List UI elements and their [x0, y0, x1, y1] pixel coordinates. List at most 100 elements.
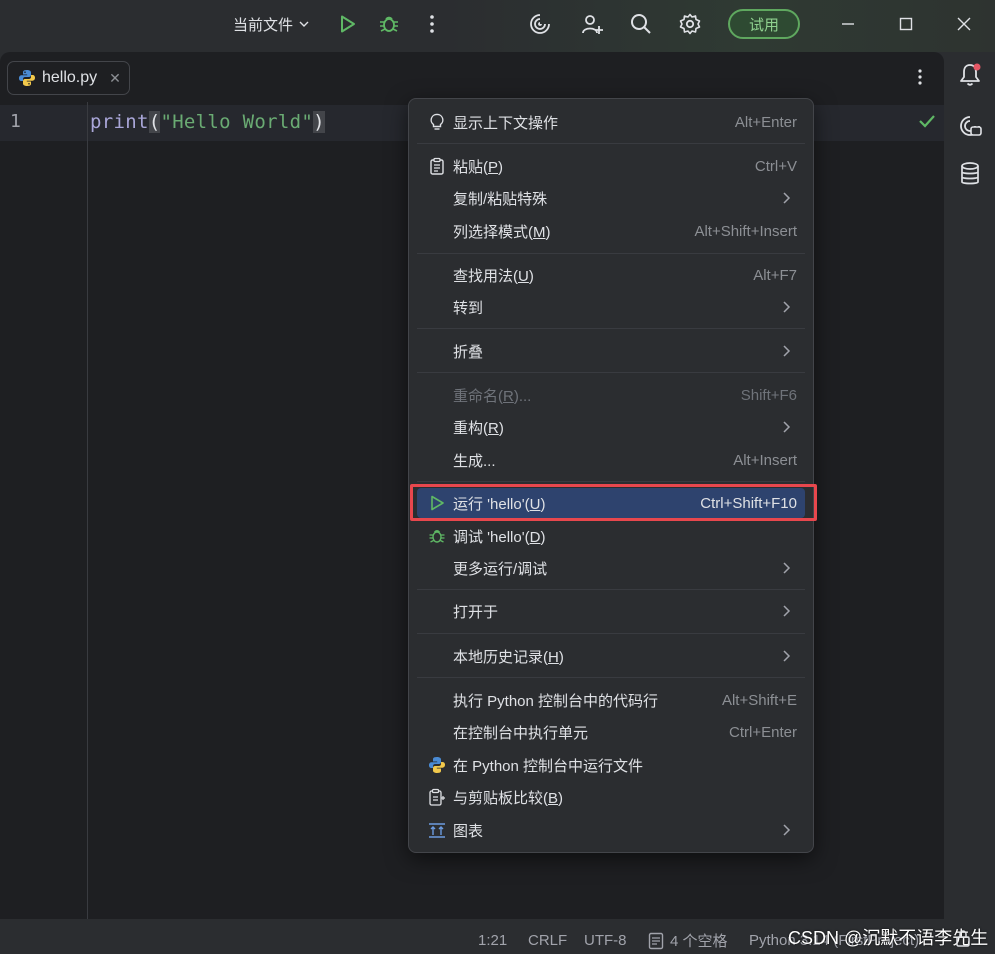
tab-options-button[interactable] [908, 64, 932, 90]
indent-icon [648, 932, 664, 949]
inspection-ok-check-icon[interactable] [917, 111, 937, 131]
tab-close-icon[interactable]: ✕ [109, 70, 121, 87]
chevron-right-icon [783, 605, 791, 617]
close-window-button[interactable] [948, 8, 980, 40]
menu-item-debug-hello[interactable]: 调试 'hello'(D) [417, 521, 805, 551]
menu-separator [417, 633, 805, 634]
menu-item-label: 在 Python 控制台中运行文件 [453, 757, 644, 775]
minimize-icon [842, 23, 854, 25]
trial-button[interactable]: 试用 [728, 9, 800, 39]
menu-item-execute-cell-in-console[interactable]: 在控制台中执行单元 Ctrl+Enter [417, 717, 805, 747]
database-icon [961, 162, 979, 185]
menu-separator [417, 253, 805, 254]
maximize-button[interactable] [890, 8, 922, 40]
menu-item-label: 重构(R) [453, 419, 504, 437]
chevron-right-icon [783, 421, 791, 433]
run-button[interactable] [331, 8, 363, 40]
add-user-icon [582, 15, 603, 34]
ai-chat-button[interactable] [956, 112, 984, 140]
menu-separator [417, 328, 805, 329]
title-bar: 当前文件 试用 [0, 0, 995, 52]
notifications-button[interactable] [956, 61, 984, 89]
bug-icon [380, 16, 398, 32]
menu-item-folding[interactable]: 折叠 [417, 336, 805, 366]
add-user-button[interactable] [576, 8, 608, 40]
menu-item-label: 运行 'hello'(U) [453, 495, 546, 513]
menu-separator [417, 143, 805, 144]
menu-item-more-run-debug[interactable]: 更多运行/调试 [417, 553, 805, 583]
right-tool-strip [944, 52, 995, 922]
menu-item-label: 复制/粘贴特殊 [453, 190, 548, 208]
menu-item-shortcut: Shift+F6 [740, 386, 797, 404]
menu-item-shortcut: Alt+Enter [734, 113, 797, 131]
menu-item-label: 图表 [453, 822, 484, 840]
caret-position[interactable]: 1:21 [478, 932, 507, 949]
vertical-ellipsis-icon [918, 69, 922, 85]
menu-separator [417, 372, 805, 373]
chevron-right-icon [783, 824, 791, 836]
code-string: "Hello World" [160, 111, 314, 133]
menu-item-go-to[interactable]: 转到 [417, 292, 805, 322]
database-button[interactable] [956, 160, 984, 188]
menu-item-shortcut: Alt+F7 [753, 266, 797, 284]
minimize-button[interactable] [832, 8, 864, 40]
compare-clipboard-icon [427, 787, 447, 807]
lock-icon[interactable] [955, 929, 971, 947]
menu-item-copy-paste-special[interactable]: 复制/粘贴特殊 [417, 183, 805, 213]
menu-item-column-selection[interactable]: 列选择模式(M) Alt+Shift+Insert [417, 216, 805, 246]
menu-separator [417, 481, 805, 482]
chevron-right-icon [783, 345, 791, 357]
menu-item-label: 列选择模式(M) [453, 223, 551, 241]
editor-tab-bar: hello.py ✕ [0, 52, 944, 102]
menu-item-generate[interactable]: 生成... Alt+Insert [417, 445, 805, 475]
menu-item-label: 粘贴(P) [453, 158, 504, 176]
menu-item-local-history[interactable]: 本地历史记录(H) [417, 641, 805, 671]
menu-item-shortcut: Ctrl+Enter [729, 723, 797, 741]
code-line[interactable]: print("Hello World") [90, 111, 325, 133]
tab-label: hello.py [42, 69, 98, 86]
menu-item-run-file-in-console[interactable]: 在 Python 控制台中运行文件 [417, 750, 805, 780]
more-actions-button[interactable] [416, 8, 448, 40]
menu-item-label: 本地历史记录(H) [453, 648, 564, 666]
line-number: 1 [10, 111, 21, 132]
run-configuration-selector[interactable]: 当前文件 [225, 8, 317, 40]
play-icon [341, 15, 355, 33]
tab-hello-py[interactable]: hello.py ✕ [7, 61, 130, 95]
ai-chat-icon [960, 116, 982, 136]
menu-item-refactor[interactable]: 重构(R) [417, 412, 805, 442]
menu-item-open-in[interactable]: 打开于 [417, 596, 805, 626]
menu-item-label: 在控制台中执行单元 [453, 724, 589, 742]
diagram-icon [427, 820, 447, 840]
ai-assistant-button[interactable] [524, 8, 556, 40]
maximize-icon [899, 17, 913, 31]
menu-item-show-context-actions[interactable]: 显示上下文操作 Alt+Enter [417, 107, 805, 137]
menu-item-label: 生成... [453, 452, 496, 470]
menu-item-find-usages[interactable]: 查找用法(U) Alt+F7 [417, 260, 805, 290]
menu-item-run-hello[interactable]: 运行 'hello'(U) Ctrl+Shift+F10 [417, 488, 805, 518]
lightbulb-icon [427, 112, 447, 132]
indent-setting[interactable]: 4 个空格 [648, 930, 728, 951]
menu-item-compare-with-clipboard[interactable]: 与剪贴板比较(B) [417, 782, 805, 812]
file-encoding[interactable]: UTF-8 [584, 932, 627, 949]
line-ending[interactable]: CRLF [528, 932, 567, 949]
menu-item-label: 转到 [453, 299, 484, 317]
indent-label: 4 个空格 [670, 933, 728, 950]
menu-item-label: 更多运行/调试 [453, 560, 548, 578]
menu-item-shortcut: Alt+Shift+Insert [694, 222, 797, 240]
chevron-right-icon [783, 192, 791, 204]
search-icon [631, 14, 651, 34]
debug-button[interactable] [373, 8, 405, 40]
menu-separator [417, 589, 805, 590]
menu-item-paste[interactable]: 粘贴(P) Ctrl+V [417, 151, 805, 181]
menu-item-shortcut: Ctrl+V [754, 157, 797, 175]
bell-icon [960, 63, 981, 86]
search-button[interactable] [625, 8, 657, 40]
settings-button[interactable] [674, 8, 706, 40]
menu-item-label: 折叠 [453, 343, 484, 361]
menu-item-label: 执行 Python 控制台中的代码行 [453, 692, 659, 710]
menu-item-label: 与剪贴板比较(B) [453, 789, 564, 807]
menu-item-execute-line-in-console[interactable]: 执行 Python 控制台中的代码行 Alt+Shift+E [417, 685, 805, 715]
chevron-right-icon [783, 650, 791, 662]
menu-item-diagrams[interactable]: 图表 [417, 815, 805, 845]
gutter-divider [87, 102, 88, 919]
